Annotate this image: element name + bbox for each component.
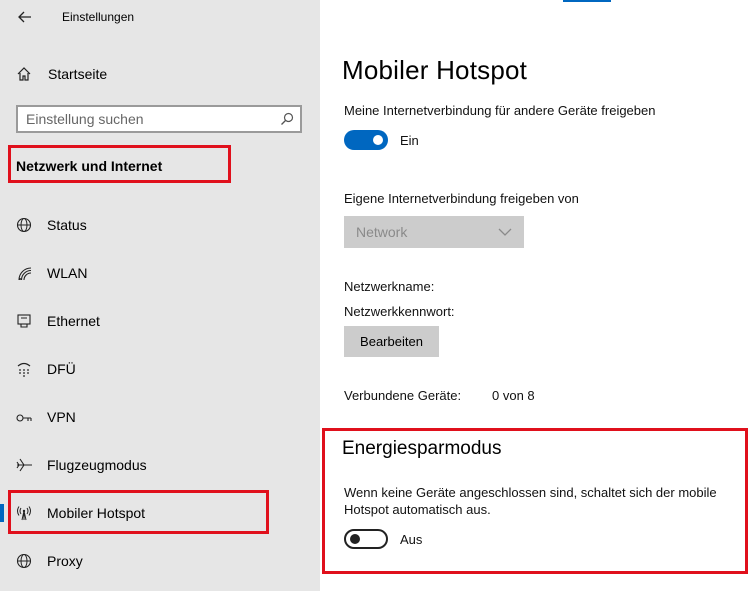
search-input[interactable] xyxy=(26,110,266,128)
network-name-label: Netzwerkname: xyxy=(344,279,435,294)
search-box[interactable] xyxy=(16,105,302,133)
share-label: Meine Internetverbindung für andere Gerä… xyxy=(344,103,656,118)
sidebar-item-label: Flugzeugmodus xyxy=(47,457,147,473)
home-icon xyxy=(17,67,31,81)
page-title: Mobiler Hotspot xyxy=(342,55,528,85)
back-arrow-icon xyxy=(18,11,31,23)
network-password-label: Netzwerkkennwort: xyxy=(344,304,455,319)
power-saving-toggle[interactable] xyxy=(344,529,388,549)
sidebar-item-vpn[interactable]: VPN xyxy=(0,402,320,432)
ethernet-icon xyxy=(17,314,31,328)
toggle-knob xyxy=(350,534,360,544)
share-toggle[interactable] xyxy=(344,130,388,150)
share-toggle-label: Ein xyxy=(400,133,419,148)
connected-devices-label: Verbundene Geräte: xyxy=(344,388,462,403)
power-saving-description-line2: Hotspot automatisch aus. xyxy=(344,502,491,517)
airplane-icon xyxy=(16,458,32,472)
dropdown-value: Network xyxy=(356,224,408,240)
vpn-icon xyxy=(16,414,32,422)
globe-icon xyxy=(16,553,32,569)
wifi-icon xyxy=(18,267,32,281)
window-title: Einstellungen xyxy=(62,10,135,24)
sidebar-item-label: WLAN xyxy=(47,265,88,281)
sidebar-item-proxy[interactable]: Proxy xyxy=(0,546,320,576)
sidebar-item-ethernet[interactable]: Ethernet xyxy=(0,306,320,336)
connected-devices-value: 0 von 8 xyxy=(492,388,535,403)
top-accent-bar xyxy=(563,0,611,2)
highlight-box-hotspot xyxy=(8,490,269,534)
share-from-label: Eigene Internetverbindung freigeben von xyxy=(344,191,579,206)
power-saving-toggle-label: Aus xyxy=(400,532,423,547)
globe-icon xyxy=(16,217,32,233)
toggle-knob xyxy=(373,135,383,145)
sidebar-item-flugzeugmodus[interactable]: Flugzeugmodus xyxy=(0,450,320,480)
sidebar-home-label: Startseite xyxy=(48,66,108,82)
sidebar-item-label: Status xyxy=(47,217,87,233)
sidebar-item-label: VPN xyxy=(47,409,76,425)
sidebar-item-label: Ethernet xyxy=(47,313,100,329)
share-from-dropdown[interactable]: Network xyxy=(344,216,524,248)
sidebar-item-label: DFÜ xyxy=(47,361,76,377)
sidebar-item-dfue[interactable]: DFÜ xyxy=(0,354,320,384)
dialup-icon xyxy=(17,362,31,377)
edit-button[interactable]: Bearbeiten xyxy=(344,326,439,357)
highlight-box-section xyxy=(8,145,231,183)
chevron-down-icon xyxy=(498,228,512,236)
search-icon[interactable] xyxy=(280,112,294,126)
power-saving-title: Energiesparmodus xyxy=(342,438,502,459)
sidebar-item-status[interactable]: Status xyxy=(0,210,320,240)
power-saving-description-line1: Wenn keine Geräte angeschlossen sind, sc… xyxy=(344,485,717,500)
sidebar-home[interactable]: Startseite xyxy=(16,64,107,84)
back-button[interactable] xyxy=(14,6,36,28)
sidebar-item-wlan[interactable]: WLAN xyxy=(0,258,320,288)
sidebar-item-label: Proxy xyxy=(47,553,83,569)
